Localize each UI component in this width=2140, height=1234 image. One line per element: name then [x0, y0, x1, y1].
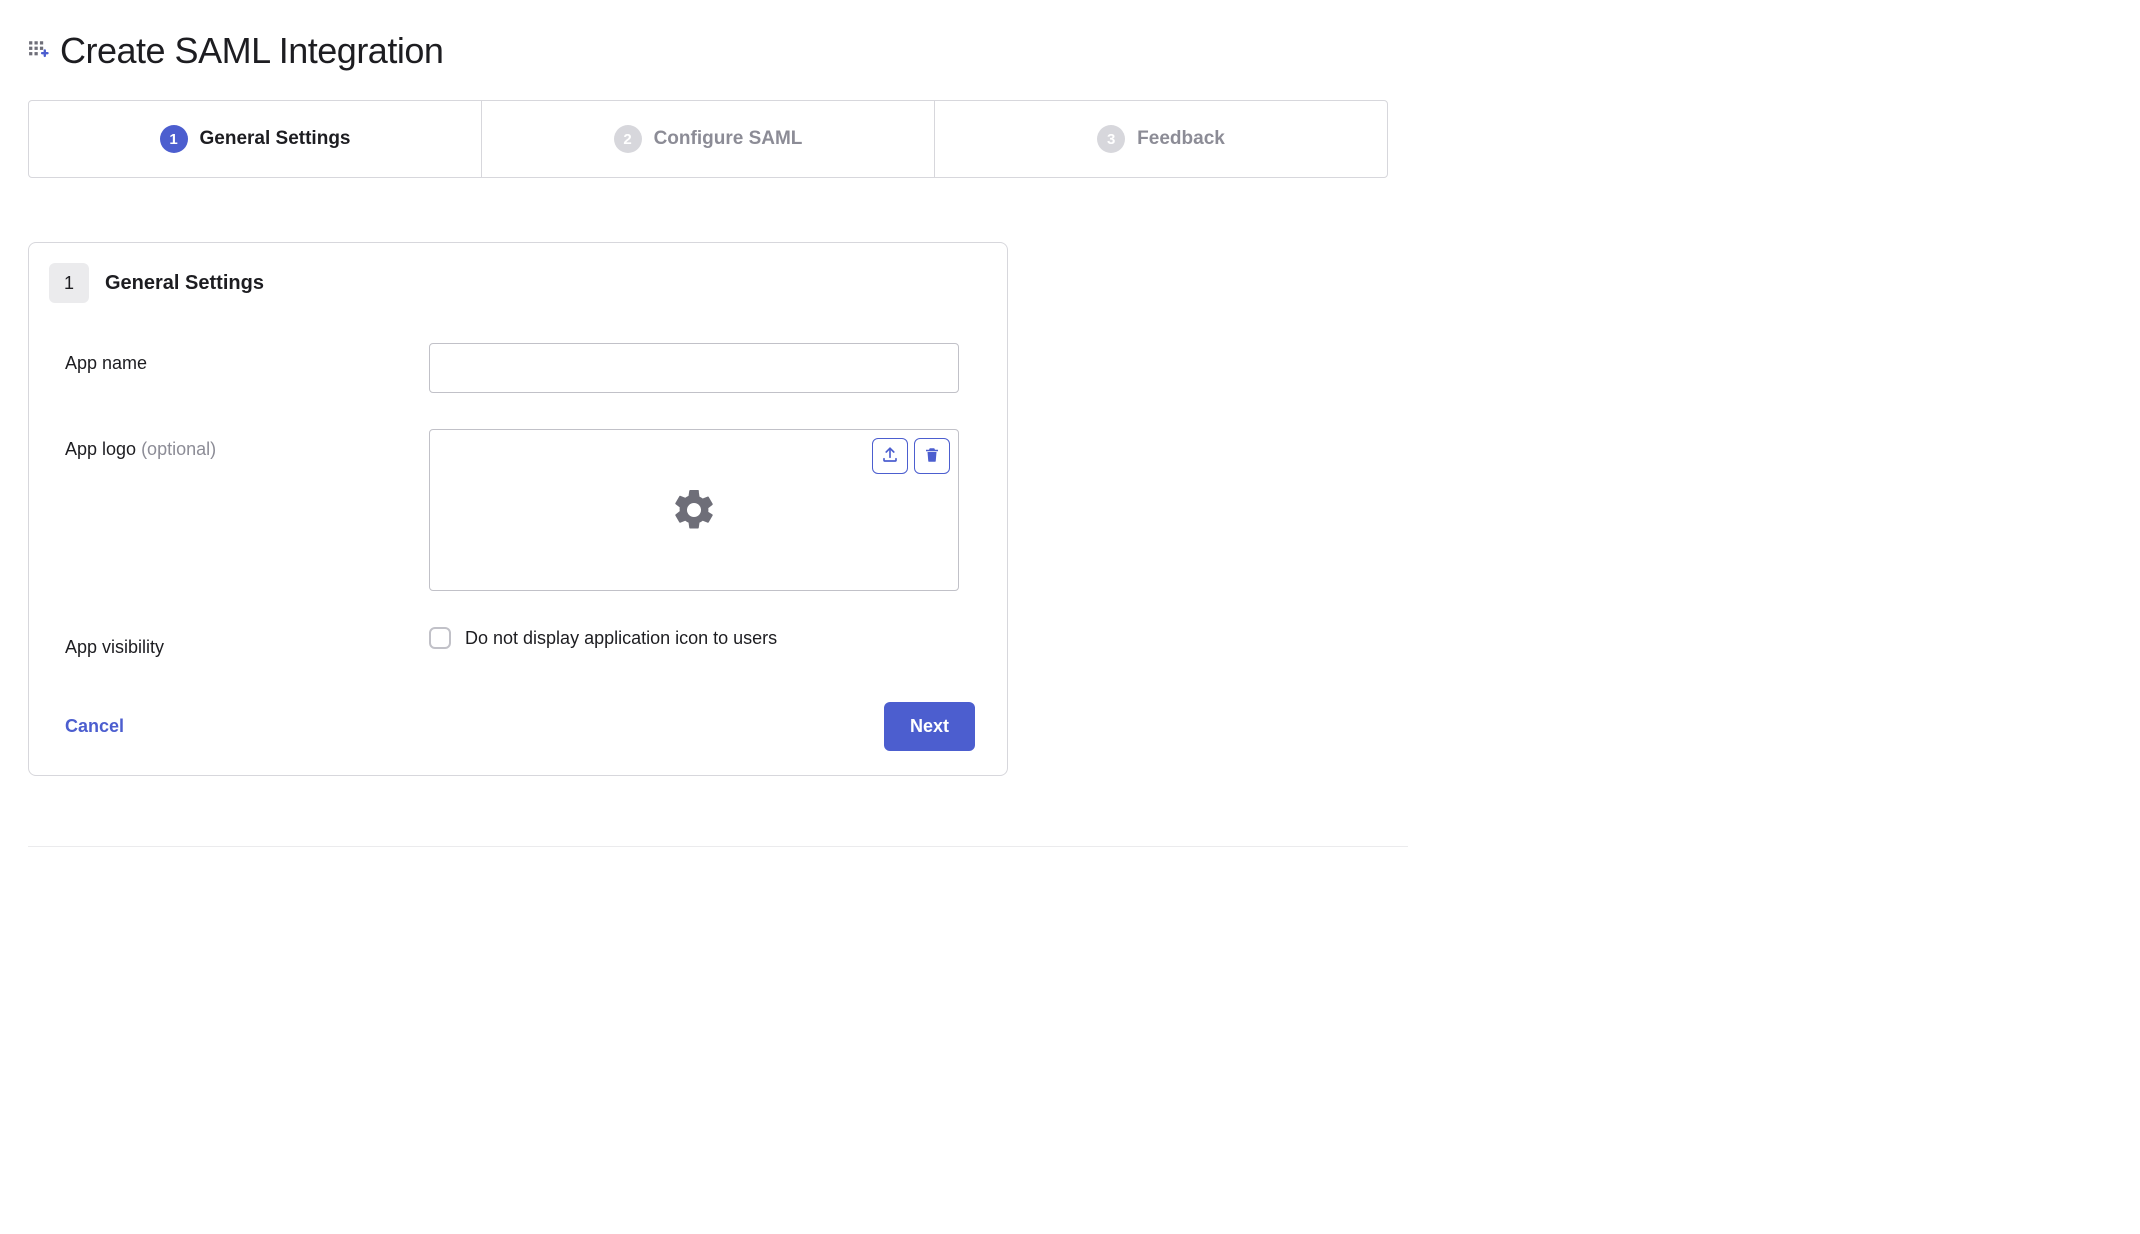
page-title: Create SAML Integration	[60, 30, 443, 72]
general-settings-card: 1 General Settings App name App logo (op…	[28, 242, 1008, 776]
card-step-number: 1	[49, 263, 89, 303]
divider	[28, 846, 1408, 847]
card-title: General Settings	[105, 272, 264, 295]
step-number-badge: 1	[160, 125, 188, 153]
app-logo-optional-text: (optional)	[136, 439, 216, 459]
wizard-step-general-settings[interactable]: 1 General Settings	[29, 101, 482, 177]
upload-icon	[881, 446, 899, 467]
page-header: Create SAML Integration	[28, 30, 2112, 72]
app-visibility-row: App visibility Do not display applicatio…	[49, 627, 975, 658]
app-logo-dropzone[interactable]	[429, 429, 959, 591]
app-logo-label-text: App logo	[65, 439, 136, 459]
cancel-button[interactable]: Cancel	[65, 716, 124, 737]
visibility-checkbox[interactable]	[429, 627, 451, 649]
wizard-step-configure-saml[interactable]: 2 Configure SAML	[482, 101, 935, 177]
app-logo-label: App logo (optional)	[65, 429, 429, 460]
step-number-badge: 2	[614, 125, 642, 153]
app-name-label: App name	[65, 343, 429, 374]
card-header: 1 General Settings	[49, 263, 975, 303]
step-label: General Settings	[200, 128, 351, 150]
wizard-step-feedback[interactable]: 3 Feedback	[935, 101, 1387, 177]
app-visibility-label: App visibility	[65, 627, 429, 658]
app-name-row: App name	[49, 343, 975, 393]
step-label: Feedback	[1137, 128, 1225, 150]
upload-logo-button[interactable]	[872, 438, 908, 474]
trash-icon	[923, 446, 941, 467]
wizard-steps: 1 General Settings 2 Configure SAML 3 Fe…	[28, 100, 1388, 178]
gear-icon	[670, 486, 718, 534]
next-button[interactable]: Next	[884, 702, 975, 751]
form-actions: Cancel Next	[49, 694, 975, 751]
step-label: Configure SAML	[654, 128, 803, 150]
delete-logo-button[interactable]	[914, 438, 950, 474]
app-grid-plus-icon	[28, 38, 54, 64]
visibility-checkbox-label: Do not display application icon to users	[465, 628, 777, 649]
app-name-input[interactable]	[429, 343, 959, 393]
app-logo-row: App logo (optional)	[49, 429, 975, 591]
step-number-badge: 3	[1097, 125, 1125, 153]
